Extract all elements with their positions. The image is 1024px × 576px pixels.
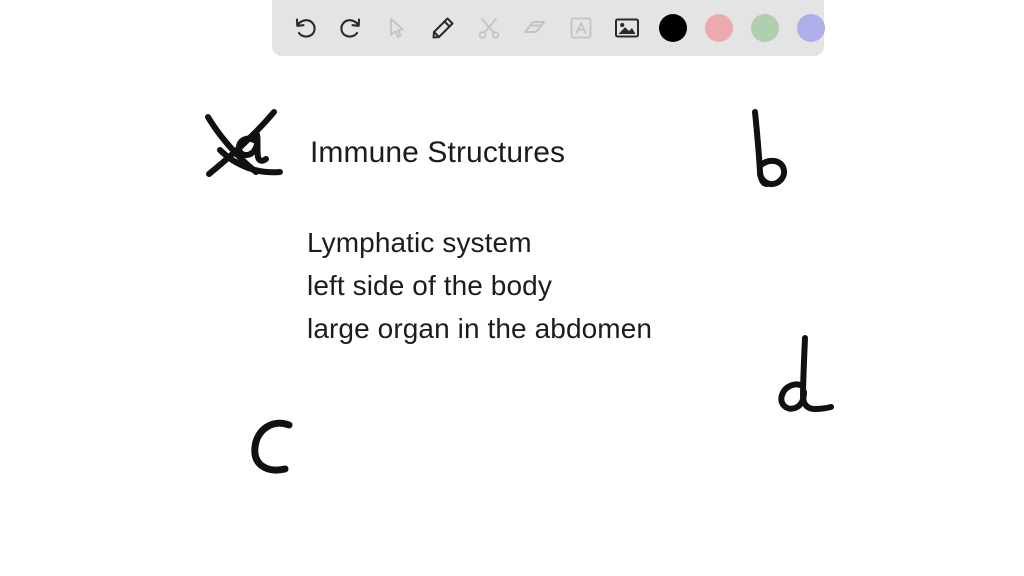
body-text-block: Lymphatic system left side of the body l…: [307, 221, 652, 350]
drawing-canvas[interactable]: Immune Structures Lymphatic system left …: [0, 0, 1024, 576]
handwritten-d: [767, 330, 841, 427]
color-swatch-black-dot: [659, 14, 687, 42]
page-title-text: Immune Structures: [310, 136, 566, 169]
color-swatch-pink[interactable]: [696, 6, 742, 50]
color-swatch-purple-dot: [797, 14, 825, 42]
pencil-icon[interactable]: [420, 6, 466, 50]
handwritten-a-crossed-out: [196, 104, 296, 205]
body-text-line: left side of the body: [307, 270, 552, 301]
color-swatch-green-dot: [751, 14, 779, 42]
scissors-icon[interactable]: [466, 6, 512, 50]
redo-icon[interactable]: [328, 6, 374, 50]
undo-icon[interactable]: [282, 6, 328, 50]
handwritten-c: [241, 411, 307, 488]
body-text-line: Lymphatic system: [307, 227, 532, 258]
page-title: Immune Structures: [310, 133, 565, 173]
body-text-line: large organ in the abdomen: [307, 313, 653, 344]
handwritten-b: [737, 104, 803, 199]
color-swatch-purple[interactable]: [788, 6, 834, 50]
eraser-icon[interactable]: [512, 6, 558, 50]
text-icon[interactable]: [558, 6, 604, 50]
color-swatch-pink-dot: [705, 14, 733, 42]
drawing-toolbar: [272, 0, 825, 56]
image-icon[interactable]: [604, 6, 650, 50]
color-swatch-green[interactable]: [742, 6, 788, 50]
color-swatch-black[interactable]: [650, 6, 696, 50]
select-icon[interactable]: [374, 6, 420, 50]
